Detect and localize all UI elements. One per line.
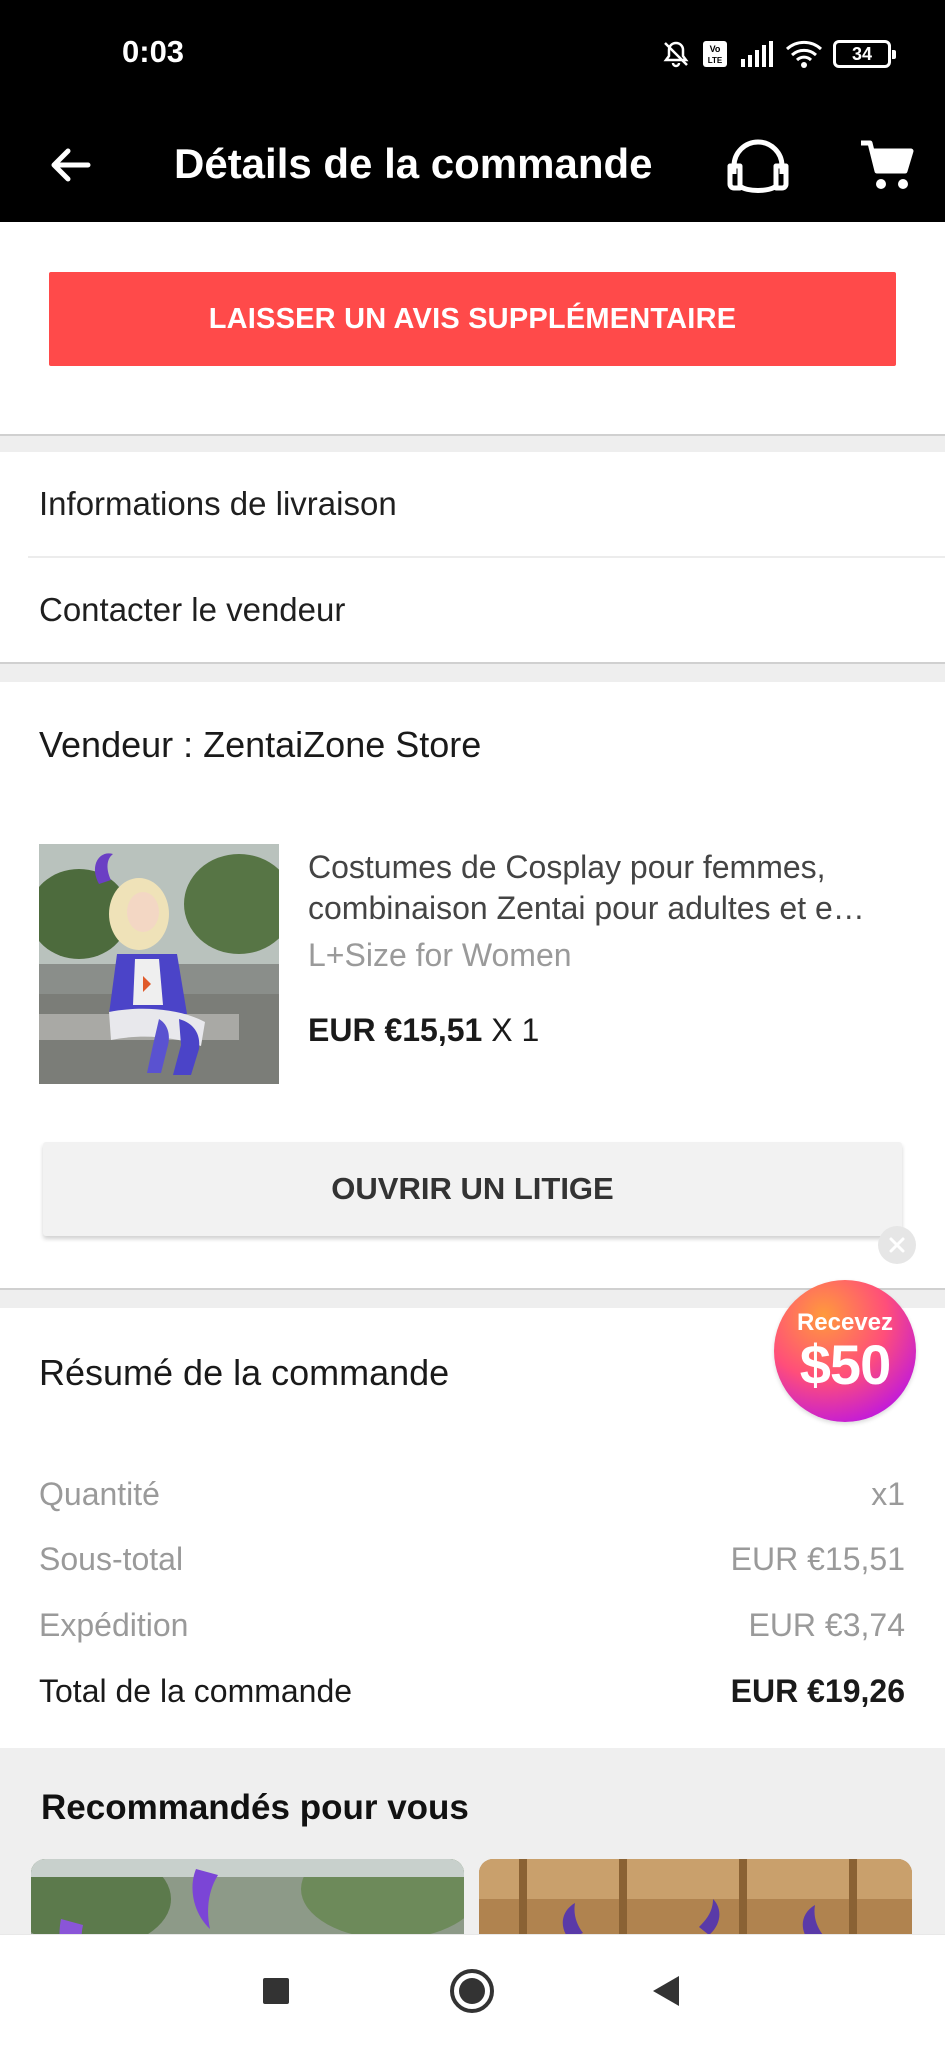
product-quantity: X 1	[491, 1012, 540, 1048]
close-promo-button[interactable]	[878, 1226, 916, 1264]
home-button[interactable]	[444, 1963, 500, 2019]
recommendations-title: Recommandés pour vous	[41, 1788, 469, 1827]
recommendation-card[interactable]	[31, 1859, 464, 1934]
section-divider	[0, 434, 945, 452]
cart-icon	[861, 140, 914, 189]
summary-label: Total de la commande	[39, 1673, 353, 1709]
recommendations: Recommandés pour vous	[0, 1748, 945, 1934]
back-arrow-icon	[51, 148, 91, 182]
section-divider	[0, 662, 945, 682]
delivery-info-link[interactable]: Informations de livraison	[0, 452, 945, 556]
summary-title: Résumé de la commande	[39, 1352, 450, 1393]
product-title[interactable]: Costumes de Cosplay pour femmes, combina…	[308, 847, 908, 929]
status-time: 0:03	[122, 34, 185, 69]
summary-value: EUR €15,51	[730, 1541, 905, 1577]
volte-icon: Vo LTE	[701, 39, 729, 69]
summary-row-shipping: Expédition EUR €3,74	[39, 1607, 905, 1644]
back-button[interactable]	[40, 135, 100, 195]
svg-text:Vo: Vo	[710, 44, 721, 54]
recent-apps-button[interactable]	[248, 1963, 304, 2019]
square-icon	[263, 1978, 289, 2004]
summary-label: Sous-total	[39, 1541, 184, 1577]
summary-label: Expédition	[39, 1607, 189, 1643]
summary-row-quantity: Quantité x1	[39, 1476, 905, 1513]
system-back-button[interactable]	[638, 1963, 694, 2019]
summary-row-total: Total de la commande EUR €19,26	[39, 1673, 905, 1710]
recommendation-card[interactable]	[479, 1859, 912, 1934]
status-icons: Vo LTE 34	[661, 36, 896, 72]
support-button[interactable]	[722, 130, 794, 202]
status-bar: 0:03 Vo LTE 34	[0, 0, 945, 108]
contact-seller-label: Contacter le vendeur	[39, 591, 346, 628]
summary-row-subtotal: Sous-total EUR €15,51	[39, 1541, 905, 1578]
seller-name[interactable]: Vendeur : ZentaiZone Store	[39, 724, 481, 766]
leave-review-button[interactable]: LAISSER UN AVIS SUPPLÉMENTAIRE	[49, 272, 896, 366]
seller-section: Vendeur : ZentaiZone Store Costumes de C…	[0, 682, 945, 1288]
headset-icon	[727, 139, 789, 193]
promo-badge[interactable]: Recevez $50	[774, 1280, 916, 1422]
wifi-icon	[785, 39, 823, 69]
product-title-line2: combinaison Zentai pour adultes et e…	[308, 890, 865, 926]
review-section: LAISSER UN AVIS SUPPLÉMENTAIRE	[0, 222, 945, 434]
product-price: EUR €15,51	[308, 1012, 483, 1048]
battery-icon: 34	[833, 40, 896, 68]
product-image[interactable]	[39, 844, 279, 1084]
product-price-line: EUR €15,51 X 1	[308, 1012, 539, 1049]
system-nav-bar	[0, 1934, 945, 2048]
page-title: Détails de la commande	[174, 140, 653, 187]
app-bar: Détails de la commande	[0, 108, 945, 222]
summary-value: EUR €3,74	[748, 1607, 905, 1643]
product-variant: L+Size for Women	[308, 937, 572, 973]
close-icon	[889, 1237, 905, 1253]
mute-icon	[661, 39, 691, 69]
contact-seller-link[interactable]: Contacter le vendeur	[0, 558, 945, 662]
summary-label: Quantité	[39, 1476, 160, 1512]
svg-text:LTE: LTE	[708, 56, 723, 65]
triangle-back-icon	[653, 1976, 679, 2006]
product-title-line1: Costumes de Cosplay pour femmes,	[308, 849, 826, 885]
delivery-info-label: Informations de livraison	[39, 485, 397, 522]
promo-amount: $50	[799, 1333, 891, 1396]
signal-icon	[739, 39, 775, 69]
summary-value: x1	[871, 1476, 905, 1512]
cart-button[interactable]	[854, 132, 920, 198]
summary-value: EUR €19,26	[730, 1673, 905, 1709]
open-dispute-button[interactable]: OUVRIR UN LITIGE	[43, 1142, 902, 1236]
home-circle-icon	[450, 1969, 494, 2013]
order-links: Informations de livraison Contacter le v…	[0, 452, 945, 662]
